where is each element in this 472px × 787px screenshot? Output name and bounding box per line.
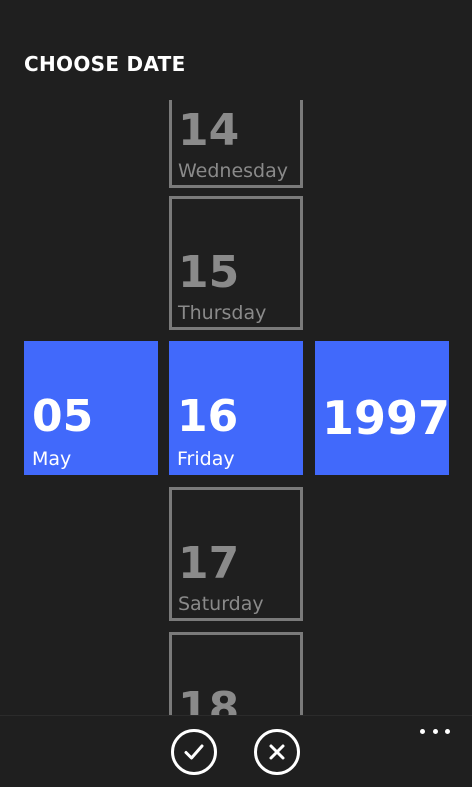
ellipsis-icon xyxy=(420,728,425,734)
day-name: Friday xyxy=(177,448,235,470)
confirm-button[interactable] xyxy=(171,729,217,775)
year-tile-selected[interactable]: 1997 xyxy=(315,341,451,475)
app-bar xyxy=(0,715,472,787)
day-tile-15[interactable]: 15 Thursday xyxy=(169,196,303,330)
day-number: 18 xyxy=(178,683,240,716)
more-options-button[interactable] xyxy=(420,726,450,736)
page-title: CHOOSE DATE xyxy=(24,52,186,76)
day-name: Thursday xyxy=(178,302,267,324)
day-tile-18[interactable]: 18 xyxy=(169,632,303,715)
cancel-button[interactable] xyxy=(254,729,300,775)
day-name: Saturday xyxy=(178,593,264,615)
close-icon xyxy=(269,744,285,760)
day-number: 17 xyxy=(178,538,240,589)
month-number: 05 xyxy=(32,391,94,442)
date-picker: 14 Wednesday 15 Thursday 16 Friday 17 Sa… xyxy=(0,100,472,715)
date-picker-screen: CHOOSE DATE 14 Wednesday 15 Thursday 16 … xyxy=(0,0,472,787)
day-number: 15 xyxy=(178,247,240,298)
month-tile-selected[interactable]: 05 May xyxy=(24,341,158,475)
day-number: 16 xyxy=(177,391,239,442)
month-name: May xyxy=(32,448,72,470)
day-name: Wednesday xyxy=(178,160,289,182)
day-number: 14 xyxy=(178,105,240,156)
ellipsis-icon xyxy=(432,728,438,734)
day-tile-14[interactable]: 14 Wednesday xyxy=(169,100,303,188)
ellipsis-icon xyxy=(445,728,450,734)
day-tile-17[interactable]: 17 Saturday xyxy=(169,487,303,621)
check-icon xyxy=(184,744,204,760)
year-number: 1997 xyxy=(322,391,451,445)
day-tile-selected[interactable]: 16 Friday xyxy=(169,341,303,475)
